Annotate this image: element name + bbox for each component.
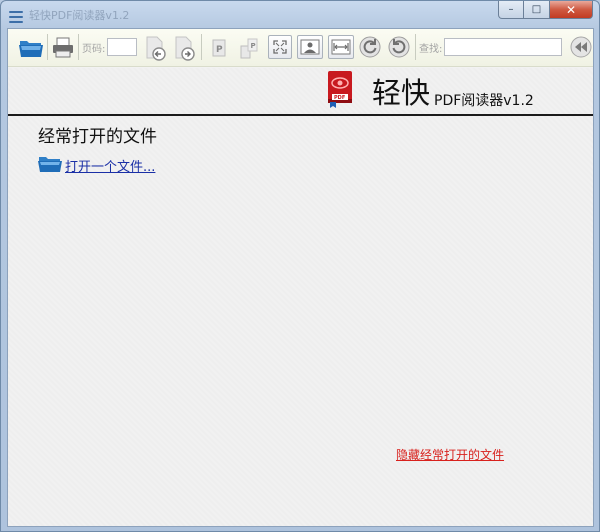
- hide-recent-files-link[interactable]: 隐藏经常打开的文件: [396, 446, 504, 463]
- brand-name: 轻快: [372, 76, 431, 110]
- single-page-icon[interactable]: P: [207, 36, 231, 60]
- print-icon[interactable]: [51, 35, 75, 59]
- folder-icon: [38, 154, 62, 176]
- toolbar: 页码: P P 查找:: [8, 29, 593, 67]
- open-file-link[interactable]: 打开一个文件...: [65, 156, 155, 175]
- pdf-book-logo-icon: PDF: [326, 70, 354, 108]
- recent-files-title: 经常打开的文件: [38, 127, 157, 147]
- fit-page-icon[interactable]: [297, 35, 323, 59]
- fullscreen-icon[interactable]: [268, 35, 292, 59]
- continuous-page-icon[interactable]: P: [237, 36, 261, 60]
- app-menu-icon[interactable]: [9, 11, 23, 23]
- fit-width-icon[interactable]: [328, 35, 354, 59]
- minimize-button[interactable]: –: [498, 1, 524, 19]
- rotate-left-icon[interactable]: [358, 35, 382, 59]
- page-number-input[interactable]: [107, 38, 137, 56]
- next-page-icon[interactable]: [171, 34, 197, 62]
- toolbar-separator: [47, 34, 48, 60]
- page-label: 页码:: [82, 43, 106, 55]
- client-area: 页码: P P 查找: PDF 轻快 PDF阅读器v1.2 经常打开的文件 打开…: [7, 28, 594, 527]
- close-button[interactable]: ✕: [550, 1, 593, 19]
- open-file-row[interactable]: 打开一个文件...: [38, 154, 155, 176]
- header-divider: [8, 114, 593, 116]
- collapse-panel-icon[interactable]: [570, 36, 592, 58]
- svg-text:PDF: PDF: [334, 95, 345, 101]
- start-page: PDF 轻快 PDF阅读器v1.2 经常打开的文件 打开一个文件... 隐藏经常…: [8, 68, 593, 526]
- prev-page-icon[interactable]: [142, 34, 168, 62]
- open-folder-icon[interactable]: [18, 35, 44, 59]
- toolbar-separator: [201, 34, 202, 60]
- maximize-button[interactable]: □: [524, 1, 550, 19]
- svg-text:P: P: [251, 42, 256, 50]
- window-controls: – □ ✕: [498, 1, 593, 19]
- svg-text:P: P: [216, 45, 223, 55]
- search-label: 查找:: [419, 43, 443, 55]
- search-input[interactable]: [444, 38, 562, 56]
- window-title: 轻快PDF阅读器v1.2: [29, 9, 130, 22]
- toolbar-separator: [415, 34, 416, 60]
- brand-subtitle: PDF阅读器v1.2: [434, 93, 534, 109]
- rotate-right-icon[interactable]: [387, 35, 411, 59]
- title-bar: 轻快PDF阅读器v1.2 – □ ✕: [1, 1, 599, 27]
- toolbar-separator: [78, 34, 79, 60]
- app-window: 轻快PDF阅读器v1.2 – □ ✕ 页码: P P 查找: PDF 轻快 PD…: [0, 0, 600, 532]
